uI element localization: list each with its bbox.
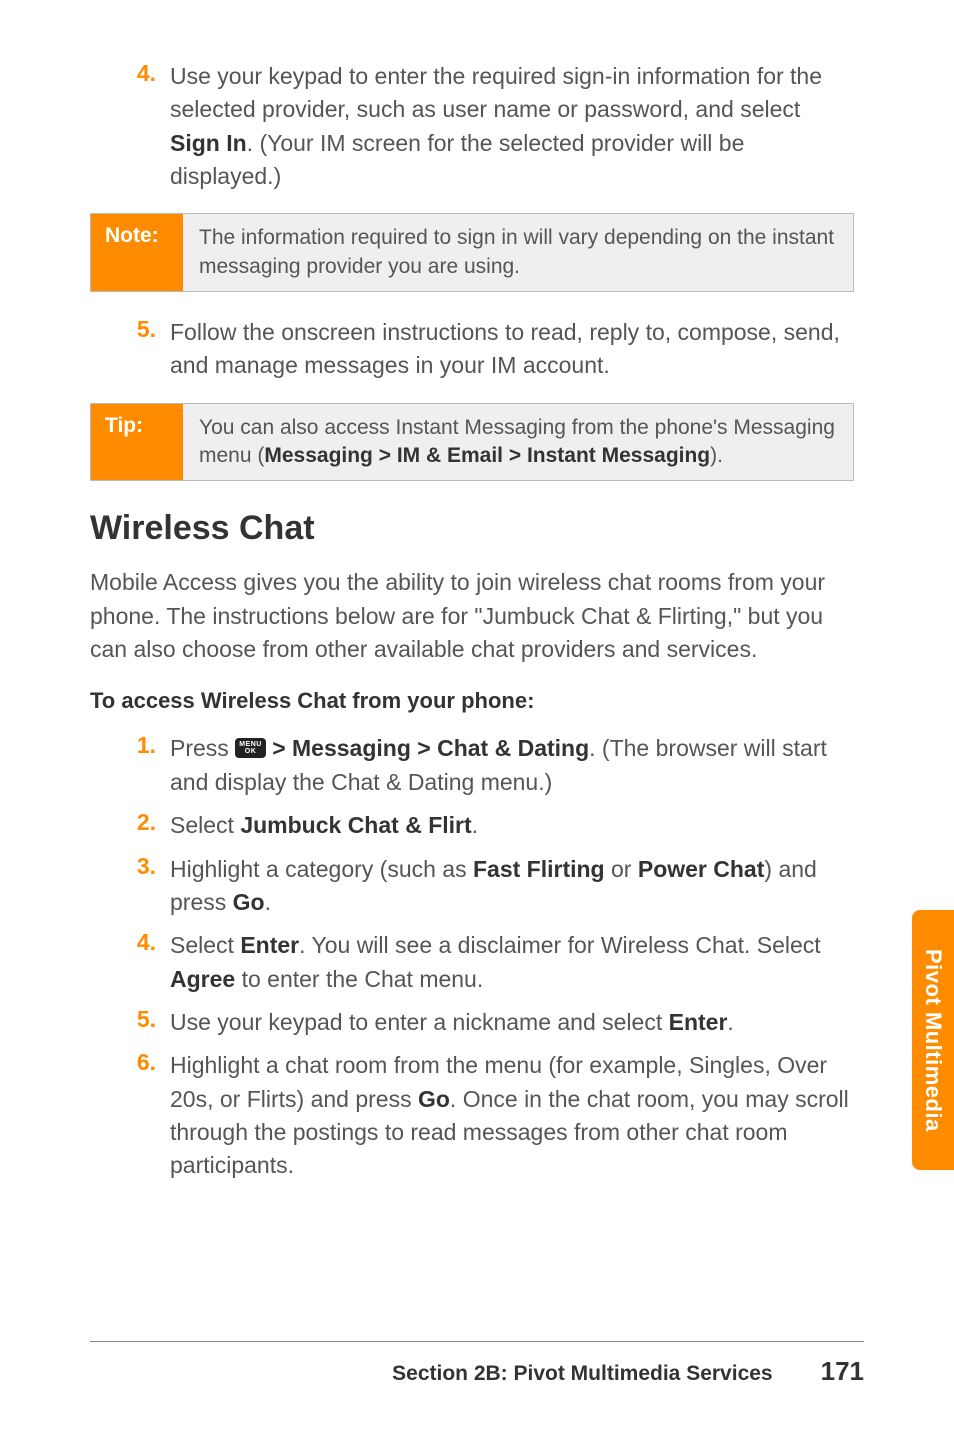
list-item: 3. Highlight a category (such as Fast Fl… bbox=[122, 853, 854, 920]
text: Press bbox=[170, 735, 235, 761]
list-item: 4. Select Enter. You will see a disclaim… bbox=[122, 929, 854, 996]
bold-text: Fast Flirting bbox=[473, 856, 605, 882]
list-item: 6. Highlight a chat room from the menu (… bbox=[122, 1049, 854, 1182]
page-footer: Section 2B: Pivot Multimedia Services 17… bbox=[90, 1341, 864, 1387]
footer-page-number: 171 bbox=[821, 1356, 864, 1387]
bold-text: Messaging > IM & Email > Instant Messagi… bbox=[264, 444, 710, 467]
menu-ok-icon: MENUOK bbox=[235, 738, 266, 758]
note-label: Note: bbox=[91, 214, 183, 291]
list-item: 4. Use your keypad to enter the required… bbox=[122, 60, 854, 193]
list-body: Follow the onscreen instructions to read… bbox=[170, 316, 854, 383]
list-body: Press MENUOK > Messaging > Chat & Dating… bbox=[170, 732, 854, 799]
list-body: Highlight a chat room from the menu (for… bbox=[170, 1049, 854, 1182]
icon-top: MENU bbox=[239, 741, 262, 748]
bold-text: Go bbox=[418, 1086, 450, 1112]
list-number: 5. bbox=[122, 316, 170, 383]
list-item: 1. Press MENUOK > Messaging > Chat & Dat… bbox=[122, 732, 854, 799]
text: Select bbox=[170, 932, 240, 958]
list-item: 2. Select Jumbuck Chat & Flirt. bbox=[122, 809, 854, 842]
ordered-list-top: 4. Use your keypad to enter the required… bbox=[122, 60, 854, 193]
bold-text: Agree bbox=[170, 966, 235, 992]
steps-list: 1. Press MENUOK > Messaging > Chat & Dat… bbox=[122, 732, 854, 1182]
side-tab-label: Pivot Multimedia bbox=[920, 949, 946, 1132]
bold-text: Enter bbox=[240, 932, 299, 958]
text: Select bbox=[170, 812, 240, 838]
text: Use your keypad to enter a nickname and … bbox=[170, 1009, 669, 1035]
text: . bbox=[472, 812, 478, 838]
list-number: 1. bbox=[122, 732, 170, 799]
body-paragraph: Mobile Access gives you the ability to j… bbox=[90, 566, 854, 666]
list-number: 4. bbox=[122, 929, 170, 996]
bold-text: > Messaging > Chat & Dating bbox=[266, 735, 589, 761]
text: Highlight a category (such as bbox=[170, 856, 473, 882]
text: or bbox=[605, 856, 638, 882]
list-number: 4. bbox=[122, 60, 170, 193]
side-tab: Pivot Multimedia bbox=[912, 910, 954, 1170]
list-number: 5. bbox=[122, 1006, 170, 1039]
bold-text: Power Chat bbox=[638, 856, 765, 882]
list-body: Use your keypad to enter the required si… bbox=[170, 60, 854, 193]
list-body: Select Enter. You will see a disclaimer … bbox=[170, 929, 854, 996]
text: ). bbox=[710, 444, 723, 467]
list-number: 6. bbox=[122, 1049, 170, 1182]
text: . bbox=[265, 889, 271, 915]
text: to enter the Chat menu. bbox=[235, 966, 483, 992]
text: Use your keypad to enter the required si… bbox=[170, 63, 822, 122]
sub-heading: To access Wireless Chat from your phone: bbox=[90, 688, 854, 714]
icon-bottom: OK bbox=[239, 748, 262, 755]
note-body: The information required to sign in will… bbox=[183, 214, 853, 291]
ordered-list-top-cont: 5. Follow the onscreen instructions to r… bbox=[122, 316, 854, 383]
list-body: Select Jumbuck Chat & Flirt. bbox=[170, 809, 854, 842]
bold-text: Sign In bbox=[170, 130, 247, 156]
list-number: 3. bbox=[122, 853, 170, 920]
text: . (Your IM screen for the selected provi… bbox=[170, 130, 744, 189]
list-body: Use your keypad to enter a nickname and … bbox=[170, 1006, 854, 1039]
bold-text: Jumbuck Chat & Flirt bbox=[240, 812, 471, 838]
text: . bbox=[727, 1009, 733, 1035]
list-item: 5. Use your keypad to enter a nickname a… bbox=[122, 1006, 854, 1039]
footer-section-title: Section 2B: Pivot Multimedia Services bbox=[392, 1362, 772, 1386]
bold-text: Go bbox=[233, 889, 265, 915]
list-body: Highlight a category (such as Fast Flirt… bbox=[170, 853, 854, 920]
section-heading: Wireless Chat bbox=[90, 509, 854, 548]
list-number: 2. bbox=[122, 809, 170, 842]
page-content: 4. Use your keypad to enter the required… bbox=[0, 0, 954, 1431]
text: . You will see a disclaimer for Wireless… bbox=[299, 932, 821, 958]
tip-label: Tip: bbox=[91, 404, 183, 481]
bold-text: Enter bbox=[669, 1009, 728, 1035]
tip-body: You can also access Instant Messaging fr… bbox=[183, 404, 853, 481]
note-callout: Note: The information required to sign i… bbox=[90, 213, 854, 292]
tip-callout: Tip: You can also access Instant Messagi… bbox=[90, 403, 854, 482]
list-item: 5. Follow the onscreen instructions to r… bbox=[122, 316, 854, 383]
